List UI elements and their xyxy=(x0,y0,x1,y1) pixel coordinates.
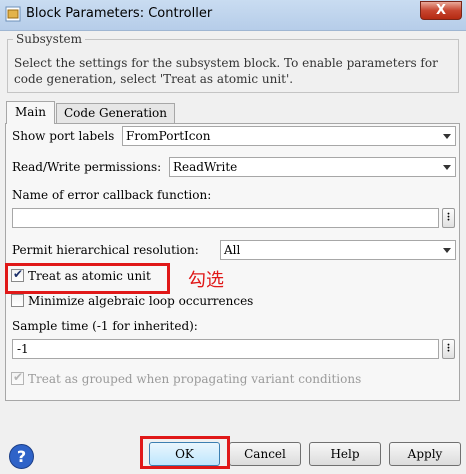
permit-hier-value: All xyxy=(224,243,241,257)
rw-permissions-label: Read/Write permissions: xyxy=(12,160,162,174)
sample-more-options-button[interactable]: · · · xyxy=(442,339,455,359)
rw-permissions-dropdown[interactable]: ReadWrite xyxy=(169,157,456,177)
apply-button[interactable]: Apply xyxy=(389,442,461,466)
highlight-box-ok xyxy=(140,436,230,469)
svg-text:?: ? xyxy=(17,447,26,466)
permit-hier-dropdown[interactable]: All xyxy=(220,240,456,260)
rw-permissions-value: ReadWrite xyxy=(173,160,238,174)
minimize-loop-checkbox[interactable] xyxy=(11,294,24,307)
help-icon[interactable]: ? xyxy=(8,443,35,470)
cancel-button[interactable]: Cancel xyxy=(229,442,301,466)
treat-grouped-label: Treat as grouped when propagating varian… xyxy=(28,372,362,386)
checkmark-icon: ✔ xyxy=(13,370,24,384)
sample-time-input[interactable]: -1 xyxy=(12,339,439,359)
chevron-down-icon xyxy=(443,134,451,139)
window-title: Block Parameters: Controller xyxy=(26,6,213,21)
callback-more-options-button[interactable]: · · · xyxy=(442,208,455,228)
error-callback-input[interactable] xyxy=(12,208,439,228)
tab-code-generation[interactable]: Code Generation xyxy=(56,103,175,123)
matlab-block-icon xyxy=(5,6,21,22)
sample-time-label: Sample time (-1 for inherited): xyxy=(12,319,198,333)
show-port-labels-label: Show port labels xyxy=(12,129,115,143)
subsystem-description: Select the settings for the subsystem bl… xyxy=(14,56,438,86)
close-button[interactable]: X xyxy=(420,1,462,20)
error-callback-label: Name of error callback function: xyxy=(12,188,212,202)
tab-main[interactable]: Main xyxy=(6,101,55,124)
chevron-down-icon xyxy=(443,165,451,170)
show-port-labels-value: FromPortIcon xyxy=(126,129,211,143)
treat-grouped-checkbox: ✔ xyxy=(11,370,24,385)
show-port-labels-dropdown[interactable]: FromPortIcon xyxy=(122,126,456,146)
help-button[interactable]: Help xyxy=(309,442,381,466)
annotation-text: 勾选 xyxy=(188,270,224,291)
permit-hier-label: Permit hierarchical resolution: xyxy=(12,243,199,257)
minimize-loop-label[interactable]: Minimize algebraic loop occurrences xyxy=(28,294,253,308)
chevron-down-icon xyxy=(443,248,451,253)
subsystem-legend: Subsystem xyxy=(13,32,86,46)
highlight-box-atomic xyxy=(5,263,170,294)
